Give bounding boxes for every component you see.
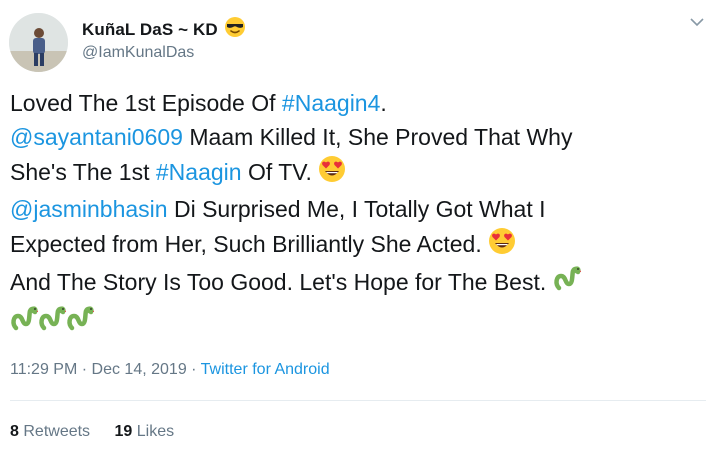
likes-count: 19 [114,423,133,440]
hashtag-naagin-link[interactable]: #Naagin [156,159,242,185]
heart-eyes-icon [318,155,346,192]
tweet-text-segment: . [380,90,387,116]
author-handle[interactable]: @IamKunalDas [82,44,194,62]
snake-icon [553,264,582,303]
avatar-photo [9,13,68,72]
retweets-label: Retweets [23,423,91,440]
author-name-row[interactable]: KuñaL DaS ~ KD [82,16,246,43]
snake-icon [66,304,96,343]
meta-separator: · [81,361,88,378]
tweet-line: @sayantani0609 Maam Killed It, She Prove… [10,120,710,154]
tweet-text-segment: Maam Killed It, She Proved That Why [182,124,573,151]
tweet-line: @jasminbhasin Di Surprised Me, I Totally… [10,192,710,226]
tweet-text-segment: Loved The 1st Episode Of [10,90,282,116]
tweet-text-segment: Of TV. [241,158,319,185]
snake-icon [38,304,68,343]
meta-separator: · [191,361,197,378]
retweets-count: 8 [10,423,19,440]
tweet-line [10,304,710,343]
mention-jasmin-link[interactable]: @jasminbhasin [10,196,168,222]
tweet-meta: 11:29 PM · Dec 14, 2019 · Twitter for An… [10,361,330,379]
tweet-line: She's The 1st #Naagin Of TV. [10,155,710,193]
tweet-source-link[interactable]: Twitter for Android [201,361,330,378]
tweet-text-segment: Expected from Her, Such Brilliantly She … [10,230,489,257]
tweet-time[interactable]: 11:29 PM [10,361,77,378]
tweet-line: Loved The 1st Episode Of #Naagin4. [10,86,710,120]
avatar[interactable] [9,13,68,72]
tweet-text-segment: She's The 1st [10,158,156,185]
likes-label: Likes [136,423,175,440]
retweets-stat[interactable]: 8 Retweets [10,423,90,440]
tweet-date[interactable]: Dec 14, 2019 [92,361,187,378]
author-display-name[interactable]: KuñaL DaS ~ KD [82,20,218,40]
likes-stat[interactable]: 19 Likes [115,423,175,440]
tweet-text-segment: Di Surprised Me, I Totally Got What I [167,196,546,223]
tweet-stats: 8 Retweets 19 Likes [10,423,194,441]
tweet-line: And The Story Is Too Good. Let's Hope fo… [10,264,710,303]
tweet-text: Loved The 1st Episode Of #Naagin4. @saya… [10,86,710,343]
mention-sayantani-link[interactable]: @sayantani0609 [10,124,183,150]
tweet-line: Expected from Her, Such Brilliantly She … [10,227,710,265]
hashtag-naagin4-link[interactable]: #Naagin4 [282,90,380,116]
heart-eyes-icon [488,227,516,264]
divider [10,400,706,401]
chevron-down-icon[interactable] [690,14,704,32]
snake-icon [10,304,40,343]
tweet-text-segment: And The Story Is Too Good. Let's Hope fo… [10,269,553,296]
smiling-face-with-sunglasses-icon [224,16,246,43]
